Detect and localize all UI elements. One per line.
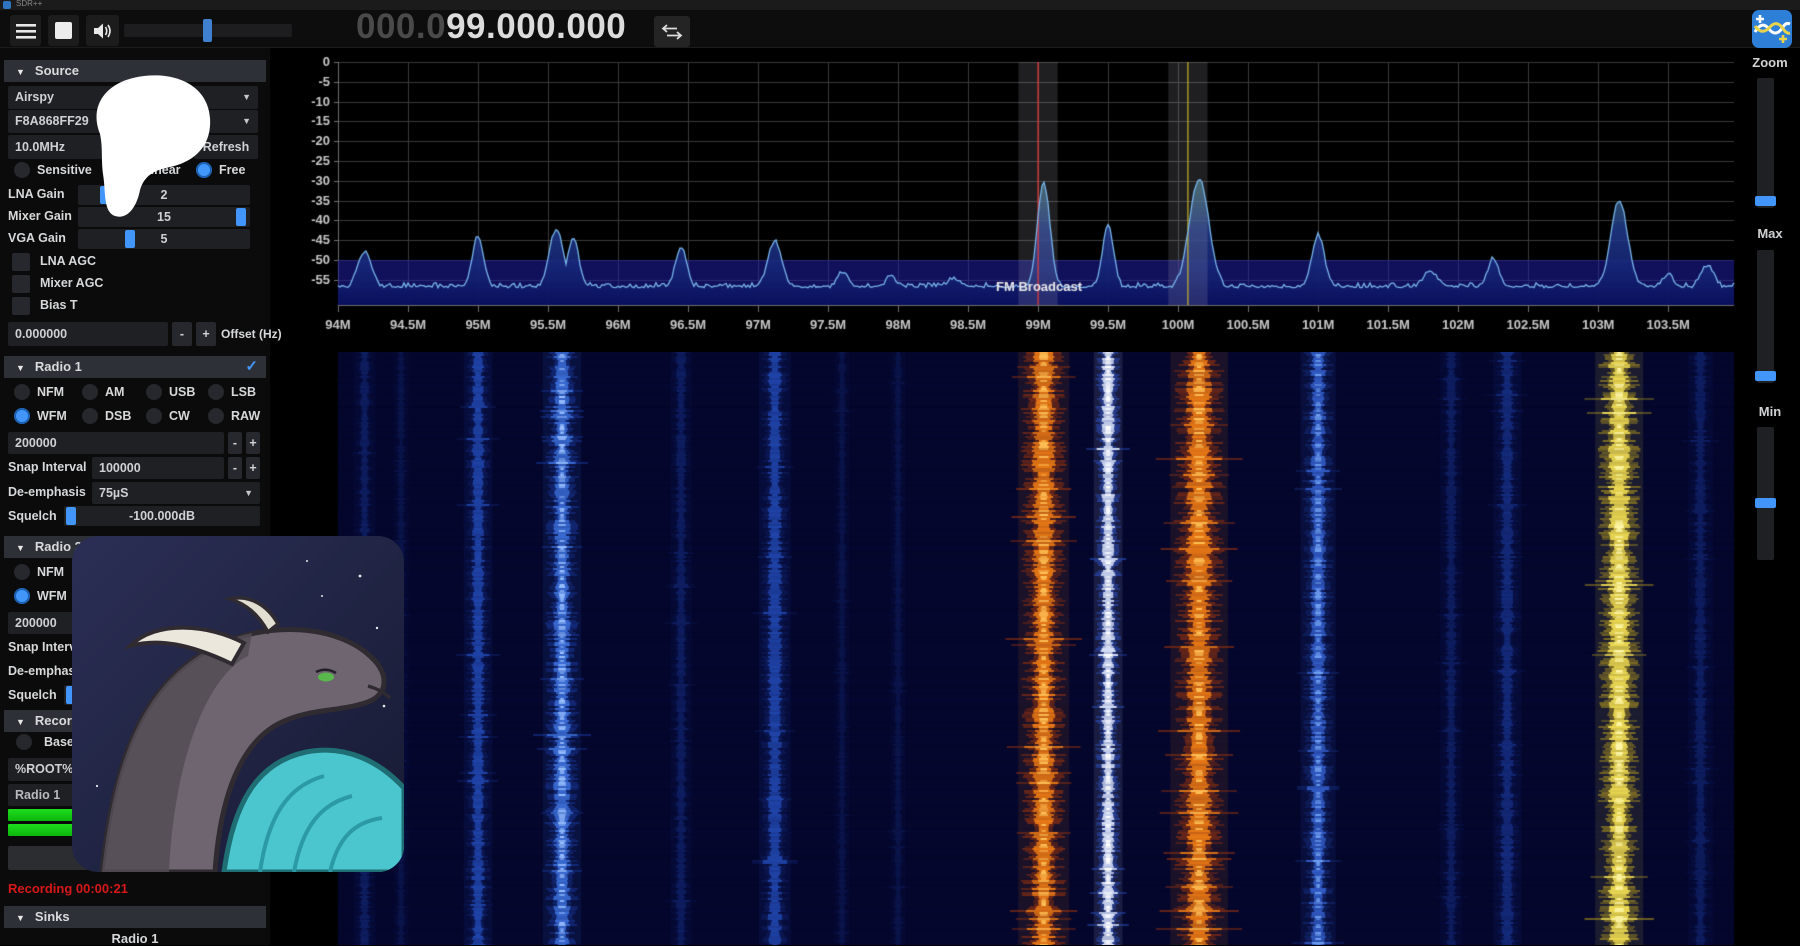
r1-mode-cw-label: CW <box>169 409 190 423</box>
white-blob-overlay <box>84 72 212 222</box>
bias-t-label: Bias T <box>40 298 78 312</box>
dragon-avatar-overlay <box>72 536 404 872</box>
collapse-arrow-icon: ▼ <box>16 357 25 379</box>
stop-icon <box>55 22 72 39</box>
chevron-down-icon: ▼ <box>244 482 253 504</box>
window-title: SDR++ <box>16 0 42 8</box>
r1-mode-cw-radio[interactable] <box>146 408 162 424</box>
r1-mode-nfm-radio[interactable] <box>14 384 30 400</box>
chevron-down-icon: ▼ <box>242 86 251 109</box>
zoom-slider-label: Zoom <box>1740 55 1800 70</box>
gainmode-sensitive-radio[interactable] <box>14 162 30 178</box>
r1-snap-minus-button[interactable]: - <box>228 457 242 479</box>
r1-snap-plus-button[interactable]: + <box>246 457 260 479</box>
r2-mode-nfm-label: NFM <box>37 565 64 579</box>
sinks-radio1-item[interactable]: Radio 1 <box>0 931 270 946</box>
r2-deemphasis-label: De-emphas <box>8 664 75 678</box>
stop-button[interactable] <box>48 15 79 46</box>
r1-snap-input[interactable]: 100000 <box>92 457 224 479</box>
offset-plus-button[interactable]: + <box>196 322 216 346</box>
vga-gain-label: VGA Gain <box>8 231 66 245</box>
volume-slider-handle[interactable] <box>203 19 212 42</box>
r2-mode-wfm-label: WFM <box>37 589 67 603</box>
r2-snap-label: Snap Interv <box>8 640 76 654</box>
r1-mode-dsb-label: DSB <box>105 409 131 423</box>
r1-deemphasis-label: De-emphasis <box>8 485 86 499</box>
sinks-panel-header[interactable]: ▼Sinks <box>4 906 266 928</box>
r1-squelch-slider[interactable]: -100.000dB <box>64 506 260 526</box>
r1-bw-plus-button[interactable]: + <box>246 432 260 454</box>
bias-t-checkbox[interactable] <box>12 297 30 315</box>
app-icon <box>3 1 11 9</box>
swap-arrows-icon <box>661 24 683 40</box>
r2-squelch-label: Squelch <box>8 688 57 702</box>
offset-minus-button[interactable]: - <box>172 322 192 346</box>
r1-mode-usb-label: USB <box>169 385 195 399</box>
hamburger-icon <box>16 23 36 39</box>
r1-bw-minus-button[interactable]: - <box>228 432 242 454</box>
r1-mode-dsb-radio[interactable] <box>82 408 98 424</box>
min-slider-handle[interactable] <box>1755 498 1776 508</box>
mixer-agc-label: Mixer AGC <box>40 276 103 290</box>
r2-mode-wfm-radio[interactable] <box>14 588 30 604</box>
r1-squelch-handle[interactable] <box>66 507 76 525</box>
frequency-dim-digits: 000.0 <box>356 7 446 46</box>
mute-button[interactable] <box>86 15 119 46</box>
offset-label: Offset (Hz) <box>221 327 282 341</box>
offset-input[interactable]: 0.000000 <box>8 322 168 346</box>
speaker-icon <box>92 22 114 40</box>
mixer-gain-handle[interactable] <box>236 208 246 226</box>
r1-mode-usb-radio[interactable] <box>146 384 162 400</box>
zoom-slider-handle[interactable] <box>1755 196 1776 206</box>
frequency-bright-digits: 99.000.000 <box>446 7 626 46</box>
collapse-arrow-icon: ▼ <box>16 907 25 929</box>
max-slider[interactable] <box>1757 250 1774 383</box>
r1-mode-raw-radio[interactable] <box>208 408 224 424</box>
dragon-eye <box>318 673 334 682</box>
r1-mode-am-label: AM <box>105 385 124 399</box>
top-toolbar: 000.099.000.000 <box>0 10 1800 48</box>
r1-bandwidth-input[interactable]: 200000 <box>8 432 224 454</box>
r1-snap-label: Snap Interval <box>8 460 87 474</box>
enabled-check-icon[interactable]: ✓ <box>245 356 258 378</box>
max-slider-label: Max <box>1740 226 1800 241</box>
waterfall-display[interactable] <box>338 352 1734 945</box>
r1-mode-wfm-label: WFM <box>37 409 67 423</box>
r1-mode-am-radio[interactable] <box>82 384 98 400</box>
collapse-arrow-icon: ▼ <box>16 711 25 733</box>
radio1-panel-header[interactable]: ▼Radio 1 ✓ <box>4 356 266 378</box>
collapse-arrow-icon: ▼ <box>16 537 25 559</box>
collapse-arrow-icon: ▼ <box>16 61 25 83</box>
chevron-down-icon: ▼ <box>242 110 251 133</box>
gainmode-free-label: Free <box>219 163 245 177</box>
recorder-baseband-radio[interactable] <box>16 734 32 750</box>
frequency-display[interactable]: 000.099.000.000 <box>356 7 626 47</box>
menu-button[interactable] <box>10 15 41 46</box>
window-title-bar: SDR++ <box>0 0 1800 10</box>
r1-squelch-label: Squelch <box>8 509 57 523</box>
r1-mode-lsb-radio[interactable] <box>208 384 224 400</box>
recording-status: Recording 00:00:21 <box>8 881 128 896</box>
lna-agc-label: LNA AGC <box>40 254 96 268</box>
min-slider-label: Min <box>1740 404 1800 419</box>
lna-agc-checkbox[interactable] <box>12 253 30 271</box>
min-slider[interactable] <box>1757 427 1774 560</box>
volume-slider[interactable] <box>124 24 292 37</box>
r1-mode-lsb-label: LSB <box>231 385 256 399</box>
r1-deemphasis-select[interactable]: 75µS▼ <box>92 482 260 504</box>
r2-mode-nfm-radio[interactable] <box>14 564 30 580</box>
lna-gain-label: LNA Gain <box>8 187 64 201</box>
vga-gain-handle[interactable] <box>125 230 135 248</box>
sdrpp-logo <box>1752 10 1792 48</box>
fft-spectrum-plot[interactable] <box>296 48 1740 348</box>
vga-gain-slider[interactable]: 5 <box>78 229 250 249</box>
max-slider-handle[interactable] <box>1755 371 1776 381</box>
mixer-gain-label: Mixer Gain <box>8 209 72 223</box>
mixer-agc-checkbox[interactable] <box>12 275 30 293</box>
r1-mode-raw-label: RAW <box>231 409 260 423</box>
r1-mode-nfm-label: NFM <box>37 385 64 399</box>
zoom-slider[interactable] <box>1757 78 1774 208</box>
tuning-mode-button[interactable] <box>654 16 690 47</box>
r1-mode-wfm-radio[interactable] <box>14 408 30 424</box>
